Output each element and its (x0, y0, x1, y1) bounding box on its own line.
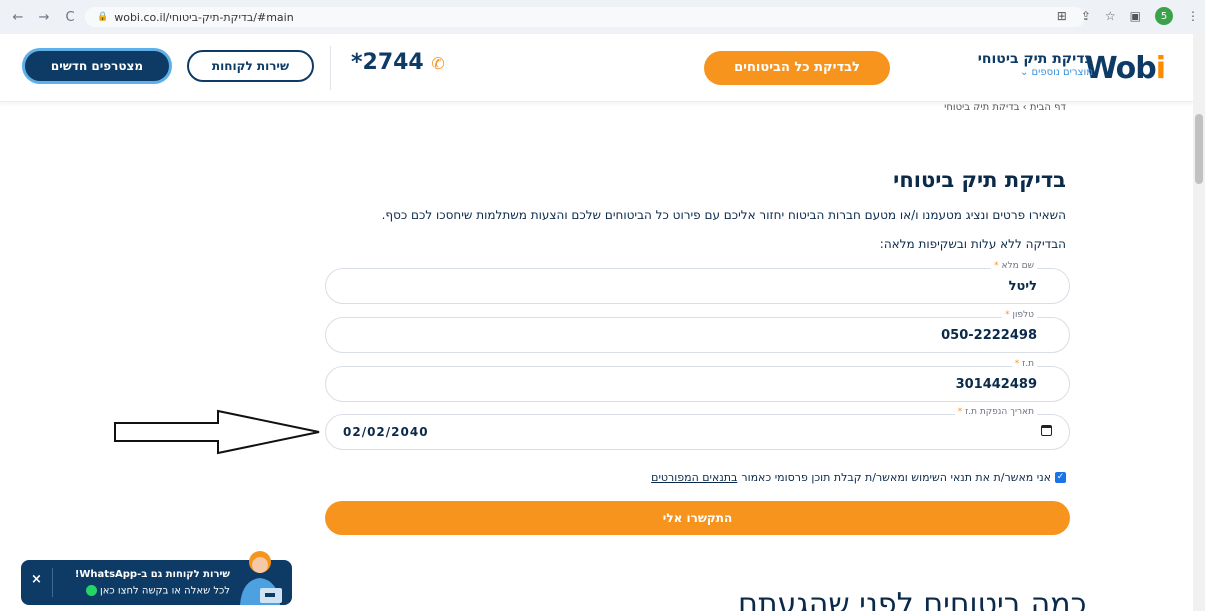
consent-text: אני מאשר/ת את תנאי השימוש ומאשר/ת קבלת ת… (741, 471, 1051, 484)
full-name-value: ליטל (1008, 279, 1037, 294)
url-text: wobi.co.il/בדיקת-תיק-ביטוחי/#main (114, 10, 294, 24)
menu-kebab-icon[interactable]: ⋮ (1187, 9, 1199, 23)
arrow-annotation-icon (114, 409, 320, 455)
terms-link[interactable]: בתנאים המפורטים (651, 471, 737, 484)
phone-field[interactable]: טלפון * 050-2222498 (325, 310, 1070, 353)
calendar-icon[interactable] (1041, 425, 1052, 436)
whatsapp-title: שירות לקוחות גם ב-WhatsApp! (74, 569, 230, 580)
site-header: Wobi בדיקת תיק ביטוחי מוצרים נוספים ⌄ לב… (0, 34, 1193, 102)
back-button[interactable]: ← (10, 10, 26, 25)
share-icon[interactable]: ⇪ (1081, 9, 1091, 23)
id-issue-date-value: 02/02/2040 (343, 425, 429, 439)
phone-value: 050-2222498 (941, 328, 1037, 343)
customer-service-button[interactable]: שירות לקוחות (187, 50, 314, 82)
consent-row: ✓ אני מאשר/ת את תנאי השימוש ומאשר/ת קבלת… (651, 471, 1066, 484)
lock-icon: 🔒 (97, 12, 109, 22)
full-name-field[interactable]: שם מלא * ליטל (325, 261, 1070, 304)
product-title: בדיקת תיק ביטוחי (977, 51, 1093, 67)
page-scrollbar[interactable] (1193, 34, 1205, 611)
more-products-dropdown[interactable]: מוצרים נוספים ⌄ (978, 67, 1093, 78)
whatsapp-icon (85, 585, 97, 596)
bookmark-star-icon[interactable]: ☆ (1105, 9, 1116, 23)
widget-divider (52, 568, 53, 597)
phone-label: טלפון * (1002, 310, 1037, 320)
sidepanel-icon[interactable]: ▣ (1130, 9, 1141, 23)
browser-actions: ⊞ ⇪ ☆ ▣ 5 ⋮ (1057, 7, 1199, 25)
forward-button[interactable]: → (36, 10, 52, 25)
whatsapp-subtitle: לכל שאלה או בקשה לחצו כאן (85, 585, 230, 597)
id-issue-date-label: תאריך הנפקת ת.ז * (954, 407, 1037, 417)
page-subdescription: הבדיקה ללא עלות ובשקיפות מלאה: (879, 237, 1066, 251)
id-number-field[interactable]: ת.ז * 301442489 (325, 359, 1070, 402)
full-name-label: שם מלא * (991, 261, 1037, 271)
product-menu[interactable]: בדיקת תיק ביטוחי מוצרים נוספים ⌄ (978, 51, 1093, 78)
id-number-label: ת.ז * (1011, 359, 1037, 369)
id-issue-date-field[interactable]: תאריך הנפקת ת.ז * 02/02/2040 (325, 407, 1070, 450)
page-description: השאירו פרטים ונציג מטעמנו ו/או מטעם חברו… (381, 208, 1066, 222)
whatsapp-widget[interactable]: × שירות לקוחות גם ב-WhatsApp! לכל שאלה א… (21, 551, 292, 605)
header-divider (330, 46, 331, 90)
new-customers-button[interactable]: מצטרפים חדשים (22, 48, 172, 84)
breadcrumb[interactable]: דף הבית › בדיקת תיק ביטוחי (944, 102, 1066, 110)
reload-button[interactable]: C (62, 10, 78, 25)
close-icon[interactable]: × (31, 572, 42, 587)
browser-toolbar: ← → C 🔒 wobi.co.il/בדיקת-תיק-ביטוחי/#mai… (0, 0, 1205, 34)
check-all-insurance-button[interactable]: לבדיקת כל הביטוחים (704, 51, 890, 85)
scroll-thumb[interactable] (1195, 114, 1203, 184)
page-title: בדיקת תיק ביטוחי (893, 168, 1066, 192)
translate-icon[interactable]: ⊞ (1057, 9, 1067, 23)
wobi-logo[interactable]: Wobi (1085, 51, 1166, 86)
section-heading: כמה ביטוחים לפני שהגעתם (738, 587, 1087, 611)
phone-icon: ✆ (431, 54, 445, 73)
consent-checkbox[interactable]: ✓ (1055, 472, 1066, 483)
agent-avatar-icon (240, 551, 282, 605)
call-me-button[interactable]: התקשרו אלי (325, 501, 1070, 535)
address-bar[interactable]: 🔒 wobi.co.il/בדיקת-תיק-ביטוחי/#main (85, 7, 1085, 27)
id-number-value: 301442489 (955, 377, 1037, 392)
phone-number[interactable]: *2744 ✆ (351, 50, 445, 75)
profile-avatar[interactable]: 5 (1155, 7, 1173, 25)
